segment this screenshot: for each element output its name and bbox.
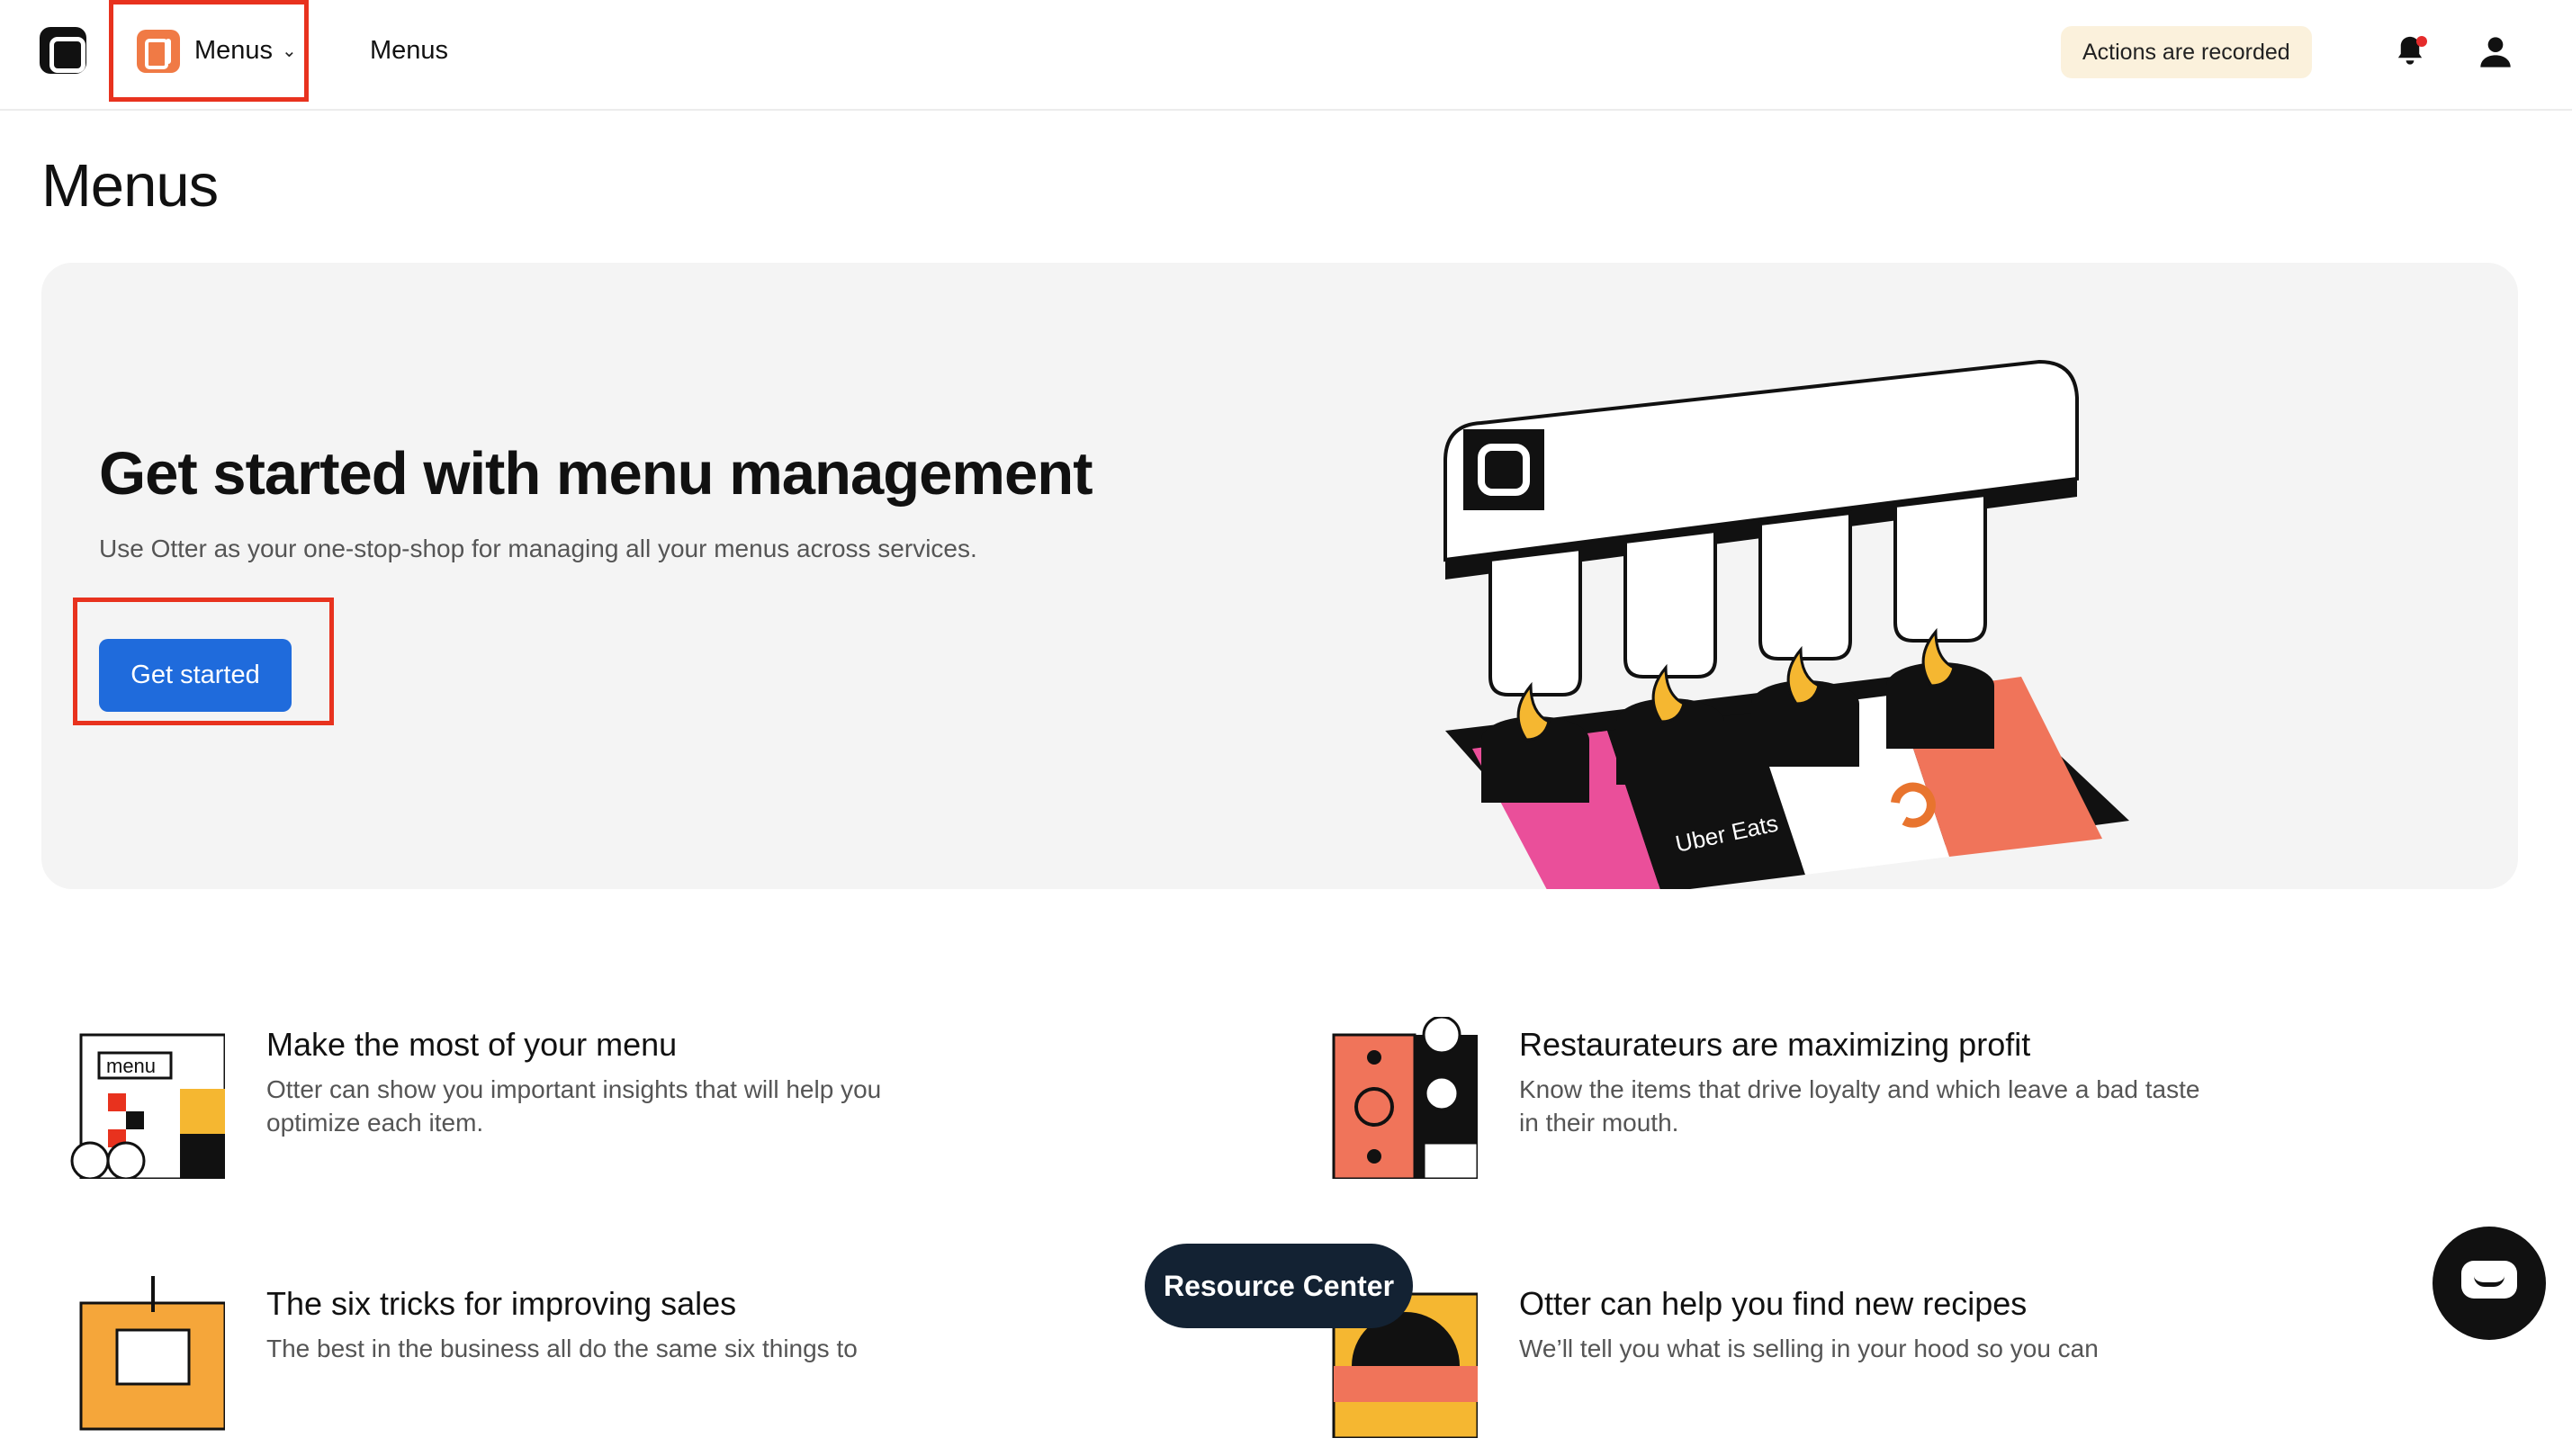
menu-insights-icon: menu	[70, 1033, 225, 1179]
chevron-down-icon: ⌄	[282, 41, 297, 61]
actions-recorded-badge: Actions are recorded	[2061, 26, 2312, 78]
otter-logo-icon[interactable]	[40, 27, 86, 74]
feature-description: Otter can show you important insights th…	[266, 1075, 882, 1137]
money-profit-icon	[1332, 1017, 1478, 1179]
sales-tricks-icon	[79, 1276, 225, 1431]
feature-menu-insights[interactable]: menu Make the most of your menu Otter ca…	[63, 1017, 1233, 1197]
feature-new-recipes[interactable]: Otter can help you find new recipes We’l…	[1316, 1276, 2486, 1456]
feature-title: Otter can help you find new recipes	[1519, 1285, 2028, 1322]
nav-link-menus[interactable]: Menus	[370, 36, 448, 66]
feature-title: Make the most of your menu	[266, 1026, 678, 1063]
top-bar: Menus ⌄ Menus Actions are recorded	[0, 0, 2572, 111]
notification-dot-icon	[2416, 36, 2427, 47]
menu-dispenser-illustration: Uber Eats	[1443, 359, 2129, 889]
app-switcher-button[interactable]: Menus ⌄	[109, 0, 309, 102]
feature-title: The six tricks for improving sales	[266, 1285, 737, 1322]
menus-app-icon	[137, 29, 180, 73]
feature-title: Restaurateurs are maximizing profit	[1519, 1026, 2031, 1063]
profile-icon[interactable]	[2478, 34, 2514, 70]
app-switcher-label: Menus	[194, 36, 274, 65]
get-started-button[interactable]: Get started	[99, 639, 292, 712]
feature-maximizing-profit[interactable]: Restaurateurs are maximizing profit Know…	[1316, 1017, 2486, 1197]
hero-card: Get started with menu management Use Ott…	[41, 263, 2518, 889]
page-title: Menus	[41, 152, 219, 220]
hero-title: Get started with menu management	[99, 440, 1093, 508]
feature-description: The best in the business all do the same…	[266, 1335, 858, 1362]
feature-description: Know the items that drive loyalty and wh…	[1519, 1075, 2200, 1137]
chat-support-icon[interactable]	[2433, 1227, 2546, 1340]
svg-text:menu: menu	[106, 1055, 156, 1077]
hero-subtitle: Use Otter as your one-stop-shop for mana…	[99, 535, 977, 562]
feature-improving-sales[interactable]: The six tricks for improving sales The b…	[63, 1276, 1233, 1456]
feature-description: We’ll tell you what is selling in your h…	[1519, 1335, 2099, 1362]
resource-center-button[interactable]: Resource Center	[1145, 1244, 1413, 1328]
